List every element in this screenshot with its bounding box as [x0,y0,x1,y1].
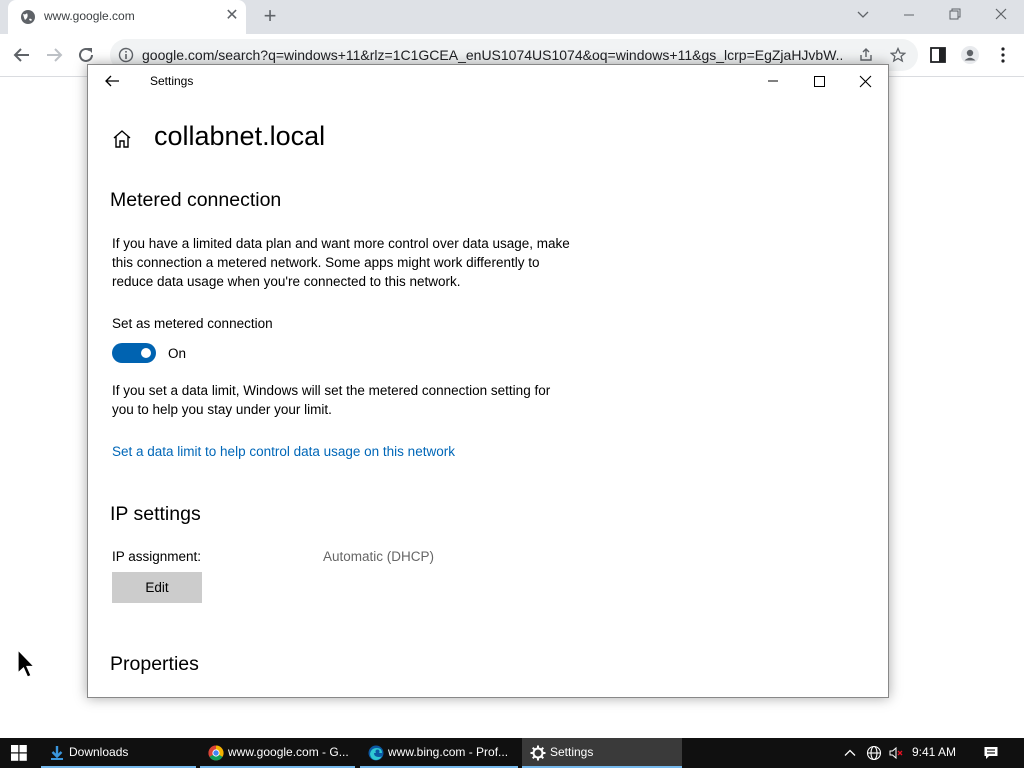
data-limit-note: If you set a data limit, Windows will se… [112,383,551,417]
ip-settings-heading: IP settings [110,503,201,525]
taskbar: Downloads www.google.com - G... www.bing… [0,738,1024,768]
taskbar-item-label: www.google.com - G... [228,745,349,759]
taskbar-item-chrome[interactable]: www.google.com - G... [200,738,355,768]
windows-start-icon[interactable] [0,738,38,768]
profile-icon[interactable] [960,45,980,65]
taskbar-item-label: Downloads [69,745,129,759]
metered-toggle-label: Set as metered connection [112,316,273,331]
taskbar-clock[interactable]: 9:41 AM [912,745,956,759]
browser-close-icon[interactable] [978,0,1024,30]
metered-heading: Metered connection [110,189,282,211]
new-tab-button[interactable]: + [259,3,281,29]
back-icon[interactable] [10,43,34,67]
browser-tab-bar: www.google.com ✕ + [0,0,1024,34]
page-title: collabnet.local [154,121,326,151]
volume-muted-icon[interactable] [888,745,904,761]
ip-assignment-value: Automatic (DHCP) [323,549,435,564]
home-icon[interactable] [110,127,134,151]
browser-tab[interactable]: www.google.com ✕ [8,0,246,34]
taskbar-item-label: Settings [550,745,594,759]
mouse-cursor-icon [17,649,36,678]
gear-icon [530,745,546,761]
settings-window: Settings collabnet.local Metered connect… [87,64,889,698]
share-icon[interactable] [858,47,874,63]
data-limit-link[interactable]: Set a data limit to help control data us… [112,444,455,459]
browser-restore-icon[interactable] [932,0,978,30]
metered-toggle[interactable] [112,343,156,363]
settings-titlebar: Settings [88,65,888,97]
browser-minimize-icon[interactable] [886,0,932,30]
action-center-icon[interactable] [983,745,999,761]
side-panel-icon[interactable] [928,45,948,65]
downloads-icon [51,746,63,760]
globe-icon [21,10,35,24]
toggle-knob [141,348,151,358]
minimize-icon[interactable] [750,65,796,97]
back-arrow-icon[interactable] [102,71,122,91]
menu-kebab-icon[interactable] [993,45,1013,65]
chrome-icon [208,745,224,761]
tab-search-icon[interactable] [840,0,886,30]
chevron-up-icon[interactable] [842,745,858,761]
taskbar-item-downloads[interactable]: Downloads [41,738,196,768]
tab-title: www.google.com [44,9,135,23]
taskbar-item-edge[interactable]: www.bing.com - Prof... [360,738,518,768]
taskbar-item-settings[interactable]: Settings [522,738,682,768]
toggle-state-label: On [168,346,187,361]
tab-close-icon[interactable]: ✕ [224,6,240,26]
edge-icon [368,745,384,761]
ip-assignment-label: IP assignment: [112,549,202,564]
maximize-icon[interactable] [796,65,842,97]
properties-heading: Properties [110,653,199,675]
close-icon[interactable] [842,65,888,97]
metered-description: If you have a limited data plan and want… [112,236,570,289]
network-globe-icon[interactable] [866,745,882,761]
site-info-icon[interactable] [118,47,134,63]
url-text: google.com/search?q=windows+11&rlz=1C1GC… [142,47,842,63]
taskbar-item-label: www.bing.com - Prof... [388,745,509,759]
bookmark-star-icon[interactable] [890,47,906,63]
window-title: Settings [150,74,194,88]
forward-icon[interactable] [42,43,66,67]
edit-button[interactable]: Edit [112,572,202,603]
